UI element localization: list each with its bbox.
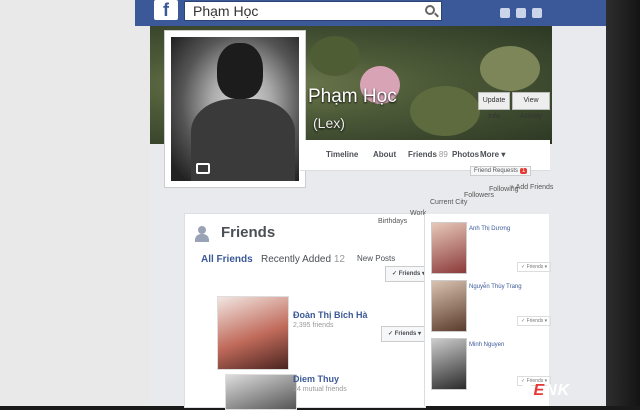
friend-name[interactable]: Diem Thuy xyxy=(293,374,339,384)
tab-new-posts[interactable]: New Posts xyxy=(357,254,395,263)
friend-requests-button[interactable]: Friend Requests 1 xyxy=(470,166,532,176)
friend-name[interactable]: Nguyễn Thùy Trang xyxy=(469,284,522,290)
tab-about[interactable]: About xyxy=(373,150,396,159)
friend-photo[interactable] xyxy=(225,374,297,410)
friends-title: Friends xyxy=(221,224,276,241)
facebook-logo-icon[interactable]: f xyxy=(154,0,178,20)
tab-recently-added[interactable]: Recently Added 12 xyxy=(261,254,345,265)
search-value: Phạm Học xyxy=(193,3,259,19)
tab-more[interactable]: More ▾ xyxy=(480,150,505,159)
friend-name[interactable]: Minh Nguyen xyxy=(469,342,504,348)
tab-current-city[interactable]: Current City xyxy=(430,199,467,206)
friend-photo[interactable] xyxy=(217,296,289,370)
tab-following[interactable]: Following xyxy=(489,186,519,193)
update-info-button[interactable]: Update Info xyxy=(478,92,510,120)
friends-card: Friends All Friends Recently Added 12 Ne… xyxy=(184,213,433,410)
tab-timeline[interactable]: Timeline xyxy=(326,150,358,159)
genk-watermark: GENK xyxy=(520,382,571,399)
tab-photos[interactable]: Photos xyxy=(452,150,479,159)
friend-photo[interactable] xyxy=(431,280,467,332)
profile-picture xyxy=(171,37,299,181)
profile-picture-frame[interactable] xyxy=(164,30,306,188)
friend-count: 2,395 friends xyxy=(293,322,334,329)
friend-status-button[interactable]: ✓ Friends ▾ xyxy=(381,326,429,342)
search-icon[interactable] xyxy=(425,5,435,15)
notifications-icon[interactable] xyxy=(532,8,542,18)
lotus-leaf xyxy=(480,46,540,91)
topbar-icons xyxy=(500,8,600,22)
friend-status-button[interactable]: ✓ Friends ▾ xyxy=(517,316,552,326)
people-icon xyxy=(195,226,213,242)
tab-followers[interactable]: Followers xyxy=(464,192,494,199)
lotus-leaf xyxy=(410,86,480,136)
friend-requests-icon[interactable] xyxy=(500,8,510,18)
tab-birthdays[interactable]: Birthdays xyxy=(378,218,407,225)
friends-right-column: Anh Thị Dương ✓ Friends ▾ Nguyễn Thùy Tr… xyxy=(424,214,552,406)
camera-icon[interactable] xyxy=(196,163,210,174)
view-activity-button[interactable]: View Activity xyxy=(512,92,550,120)
messages-icon[interactable] xyxy=(516,8,526,18)
tab-friends[interactable]: Friends 89 xyxy=(408,150,448,159)
profile-alias: (Lex) xyxy=(313,115,345,131)
search-input[interactable]: Phạm Học xyxy=(184,1,442,21)
friend-photo[interactable] xyxy=(431,338,467,390)
friend-status-button[interactable]: ✓ Friends ▾ xyxy=(517,262,552,272)
friend-requests-badge: 1 xyxy=(520,168,528,174)
lotus-leaf xyxy=(310,36,360,76)
tab-all-friends[interactable]: All Friends xyxy=(201,254,253,265)
mutual-friends-count: 24 mutual friends xyxy=(293,386,347,393)
friend-name[interactable]: Đoàn Thị Bích Hà xyxy=(293,310,368,320)
friend-photo[interactable] xyxy=(431,222,467,274)
avatar-head xyxy=(217,43,263,99)
profile-name[interactable]: Phạm Học xyxy=(308,86,397,108)
friend-name[interactable]: Anh Thị Dương xyxy=(469,226,510,232)
